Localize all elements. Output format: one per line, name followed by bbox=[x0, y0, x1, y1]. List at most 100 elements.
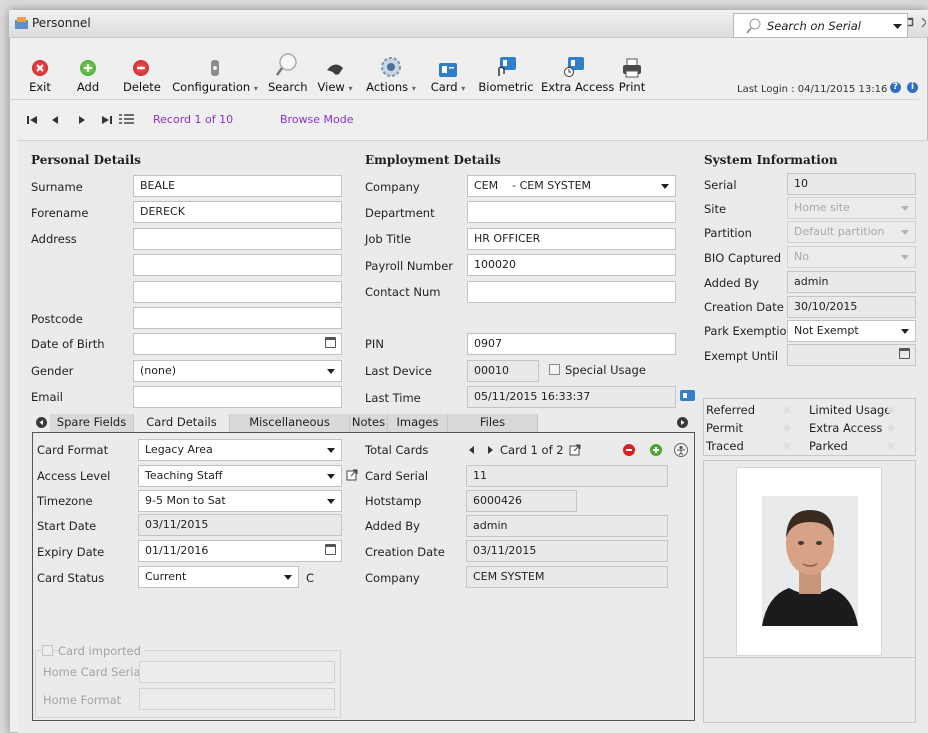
postcode-field[interactable] bbox=[133, 307, 342, 329]
address-line1-field[interactable] bbox=[133, 228, 342, 250]
card-status-label: Card Status bbox=[37, 571, 105, 585]
actions-button[interactable]: Actions ▾ bbox=[366, 50, 416, 94]
park-exemption-select[interactable]: Not Exempt bbox=[787, 320, 916, 342]
flag-traced-indicator bbox=[783, 442, 791, 450]
search-box-icon bbox=[746, 18, 761, 34]
home-format-label: Home Format bbox=[43, 693, 122, 707]
address-line3-field[interactable] bbox=[133, 281, 342, 303]
tab-scroll-left-icon[interactable] bbox=[36, 417, 47, 428]
card-serial-field: 11 bbox=[466, 465, 668, 487]
gender-select[interactable]: (none) bbox=[133, 360, 342, 382]
print-icon bbox=[623, 58, 641, 78]
card-creation-date-field: 03/11/2015 bbox=[466, 540, 668, 562]
personal-details-heading: Personal Details bbox=[31, 153, 141, 167]
date-of-birth-field[interactable] bbox=[133, 333, 342, 355]
view-label: View bbox=[317, 80, 345, 94]
last-time-card-icon[interactable] bbox=[680, 390, 695, 402]
expiry-date-field[interactable]: 01/11/2016 bbox=[138, 540, 342, 562]
flag-parked-label: Parked bbox=[809, 439, 848, 453]
configuration-button[interactable]: Configuration ▾ bbox=[172, 50, 258, 94]
flag-permit-indicator bbox=[783, 424, 791, 432]
surname-field[interactable]: BEALE bbox=[133, 175, 342, 197]
next-card-icon[interactable] bbox=[487, 445, 495, 455]
total-cards-link[interactable]: Total Cards bbox=[365, 443, 428, 457]
view-icon bbox=[327, 64, 343, 75]
calendar-icon[interactable] bbox=[325, 544, 336, 555]
postcode-label: Postcode bbox=[31, 312, 83, 326]
search-button[interactable]: Search bbox=[268, 50, 308, 94]
card-button[interactable]: Card ▾ bbox=[428, 50, 468, 94]
record-list-icon[interactable] bbox=[119, 113, 135, 126]
special-usage-checkbox[interactable] bbox=[549, 364, 560, 375]
pin-field[interactable]: 0907 bbox=[467, 333, 676, 355]
email-field[interactable] bbox=[133, 386, 342, 408]
print-button[interactable]: Print bbox=[617, 50, 647, 94]
help-icon[interactable]: ? bbox=[890, 82, 901, 93]
card-added-by-label: Added By bbox=[365, 519, 420, 533]
close-button[interactable] bbox=[920, 15, 926, 29]
personnel-photo[interactable] bbox=[736, 467, 882, 656]
add-card-icon[interactable] bbox=[650, 444, 662, 456]
next-record-icon[interactable] bbox=[78, 115, 86, 125]
card-status-select[interactable]: Current bbox=[138, 566, 299, 588]
timezone-select[interactable]: 9-5 Mon to Sat bbox=[138, 490, 342, 512]
card-format-select[interactable]: Legacy Area bbox=[138, 439, 342, 461]
card-added-by-field: admin bbox=[466, 515, 668, 537]
exempt-until-field[interactable] bbox=[787, 344, 916, 366]
tab-miscellaneous[interactable]: Miscellaneous bbox=[230, 414, 350, 432]
department-field[interactable] bbox=[467, 201, 676, 223]
access-level-select[interactable]: Teaching Staff bbox=[138, 465, 342, 487]
department-label: Department bbox=[365, 206, 435, 220]
previous-card-icon[interactable] bbox=[468, 445, 476, 455]
exempt-until-label: Exempt Until bbox=[704, 349, 779, 363]
address-line2-field[interactable] bbox=[133, 254, 342, 276]
card-format-label: Card Format bbox=[37, 443, 109, 457]
site-select: Home site bbox=[787, 197, 916, 219]
exit-button[interactable]: Exit bbox=[28, 50, 52, 94]
tab-spare-fields[interactable]: Spare Fields bbox=[50, 414, 134, 432]
tab-card-details[interactable]: Card Details bbox=[134, 414, 230, 432]
info-icon[interactable]: i bbox=[907, 82, 918, 93]
view-button[interactable]: View ▾ bbox=[316, 50, 354, 94]
home-card-serial-label: Home Card Serial bbox=[43, 665, 144, 679]
tab-files[interactable]: Files bbox=[448, 414, 538, 432]
tab-images[interactable]: Images bbox=[388, 414, 448, 432]
configuration-label: Configuration bbox=[172, 80, 251, 94]
extra-access-button[interactable]: Extra Access bbox=[541, 50, 614, 94]
first-record-icon[interactable] bbox=[27, 115, 38, 125]
job-title-label: Job Title bbox=[365, 232, 412, 246]
partition-label: Partition bbox=[704, 226, 752, 240]
company-select[interactable]: CEM - CEM SYSTEM bbox=[467, 175, 676, 197]
card-counter: Card 1 of 2 bbox=[500, 443, 564, 457]
flag-extra-access-label: Extra Access bbox=[809, 421, 883, 435]
tab-notes[interactable]: Notes bbox=[350, 414, 388, 432]
tab-scroll-right-icon[interactable] bbox=[677, 417, 688, 428]
actions-icon bbox=[381, 57, 401, 77]
forename-field[interactable]: DERECK bbox=[133, 201, 342, 223]
add-button[interactable]: Add bbox=[76, 50, 100, 94]
special-usage-label: Special Usage bbox=[565, 363, 646, 377]
previous-record-icon[interactable] bbox=[51, 115, 59, 125]
biometric-button[interactable]: Biometric bbox=[478, 50, 534, 94]
card-holder-icon[interactable] bbox=[674, 443, 688, 457]
park-exemption-label: Park Exemption bbox=[704, 324, 794, 338]
search-icon bbox=[275, 53, 297, 76]
open-external-icon[interactable] bbox=[346, 469, 358, 481]
chevron-down-icon[interactable] bbox=[893, 23, 903, 31]
calendar-icon[interactable] bbox=[325, 337, 336, 348]
search-label: Search bbox=[268, 80, 308, 94]
last-record-icon[interactable] bbox=[102, 115, 113, 125]
delete-button[interactable]: Delete bbox=[123, 50, 161, 94]
mode-indicator: Browse Mode bbox=[280, 113, 354, 126]
contact-number-field[interactable] bbox=[467, 281, 676, 303]
search-serial-input[interactable]: Search on Serial bbox=[733, 13, 908, 38]
remove-card-icon[interactable] bbox=[623, 444, 635, 456]
calendar-icon[interactable] bbox=[899, 348, 910, 359]
flag-referred-label: Referred bbox=[706, 403, 756, 417]
expiry-date-label: Expiry Date bbox=[37, 545, 105, 559]
job-title-field[interactable]: HR OFFICER bbox=[467, 228, 676, 250]
flag-parked-indicator bbox=[887, 442, 895, 450]
card-open-external-icon[interactable] bbox=[569, 444, 581, 456]
payroll-number-field[interactable]: 100020 bbox=[467, 254, 676, 276]
gender-label: Gender bbox=[31, 364, 74, 378]
